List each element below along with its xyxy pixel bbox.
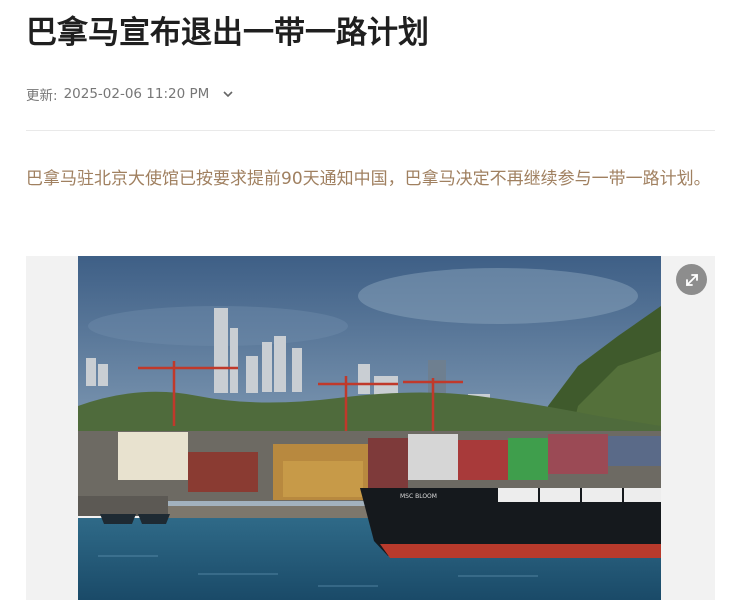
updated-time: 2025-02-06 11:20 PM — [63, 86, 210, 102]
article-meta[interactable]: 更新: 2025-02-06 11:20 PM — [26, 84, 235, 104]
article-title: 巴拿马宣布退出一带一路计划 — [26, 15, 429, 51]
expand-icon[interactable] — [676, 264, 707, 295]
updated-label: 更新: — [26, 88, 58, 104]
article-page: 巴拿马宣布退出一带一路计划 更新: 2025-02-06 11:20 PM 巴拿… — [0, 0, 749, 600]
port-photo[interactable]: MSC BLOOM — [78, 256, 661, 600]
ship-name: MSC BLOOM — [400, 493, 437, 500]
chevron-down-icon[interactable] — [221, 87, 235, 101]
article-media: MSC BLOOM — [26, 256, 715, 600]
article-lede: 巴拿马驻北京大使馆已按要求提前90天通知中国，巴拿马决定不再继续参与一带一路计划… — [26, 169, 711, 189]
divider — [26, 130, 715, 131]
